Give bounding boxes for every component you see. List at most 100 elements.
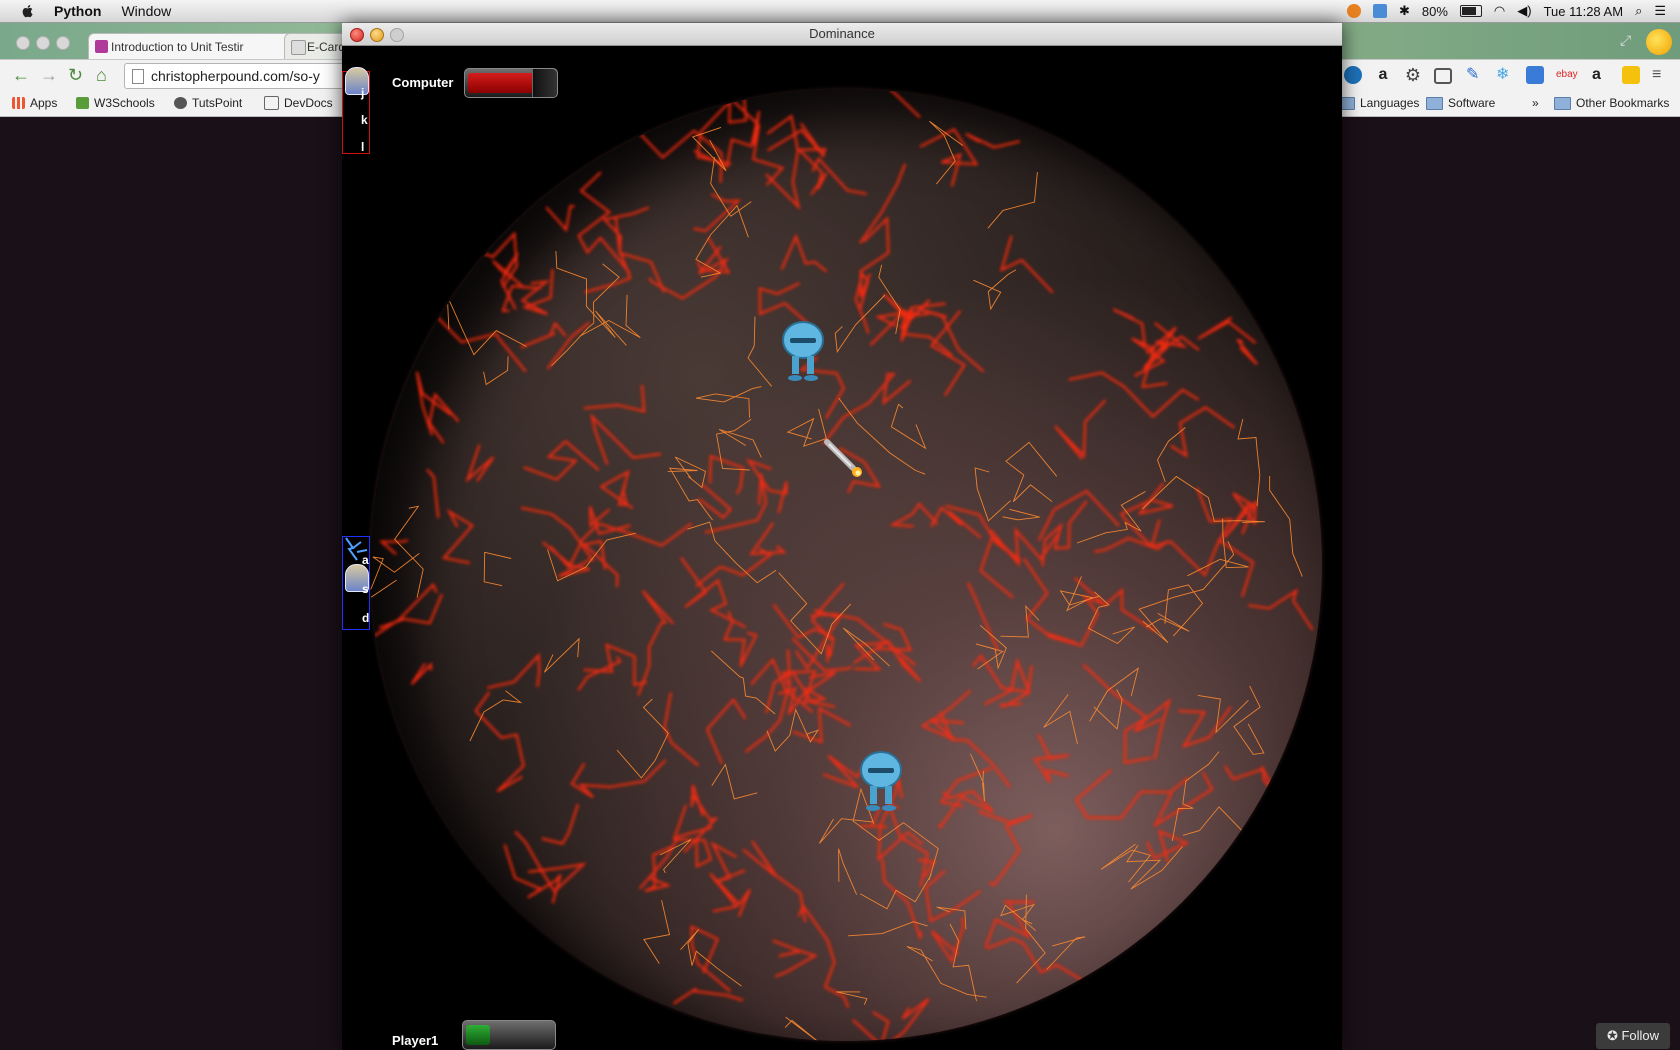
- lava-crack: [1182, 806, 1271, 858]
- lava-crack: [920, 689, 972, 741]
- bookmark-tutspoint[interactable]: TutsPoint: [174, 96, 242, 110]
- chrome-menu-icon[interactable]: ≡: [1652, 66, 1670, 84]
- bookmark-label: Other Bookmarks: [1576, 96, 1670, 110]
- notification-center-icon[interactable]: ☰: [1654, 3, 1666, 19]
- lava-crack: [858, 163, 907, 244]
- profile-avatar-icon[interactable]: [1646, 29, 1672, 55]
- lava-crack: [483, 551, 512, 587]
- bookmark-software[interactable]: Software: [1426, 96, 1495, 110]
- sync-icon[interactable]: [1346, 4, 1361, 18]
- game-canvas[interactable]: j k l Computer a s d Player1: [342, 46, 1342, 1050]
- lava-crack: [974, 467, 1011, 522]
- forward-icon[interactable]: →: [40, 66, 58, 84]
- lava-crack: [860, 874, 932, 910]
- lava-crack: [690, 925, 732, 993]
- extension-m-icon[interactable]: [1344, 66, 1362, 84]
- volume-icon[interactable]: ◀): [1517, 3, 1531, 19]
- bookmark-w3schools[interactable]: W3Schools: [76, 96, 155, 110]
- lava-crack: [1178, 706, 1232, 749]
- home-icon[interactable]: ⌂: [96, 66, 107, 84]
- dropbox-icon[interactable]: [1372, 4, 1387, 18]
- tab-intro-unit-testing[interactable]: Introduction to Unit Testir ×: [88, 33, 298, 60]
- bluetooth-icon[interactable]: ✱: [1399, 3, 1410, 19]
- lava-crack: [1223, 492, 1257, 539]
- follow-button[interactable]: ✪ Follow: [1596, 1023, 1670, 1049]
- amazon-icon[interactable]: a: [1374, 66, 1392, 84]
- eyedropper-icon[interactable]: ✎: [1466, 66, 1484, 84]
- lava-crack: [834, 294, 886, 353]
- folder-icon: [1554, 96, 1571, 110]
- bookmark-other-bookmarks[interactable]: Other Bookmarks: [1554, 96, 1669, 110]
- back-icon[interactable]: ←: [12, 66, 30, 84]
- lava-crack: [541, 803, 580, 845]
- window-minimize-button[interactable]: [370, 28, 384, 42]
- game-titlebar[interactable]: Dominance: [342, 23, 1342, 46]
- window-zoom-button[interactable]: [390, 28, 404, 42]
- keep-icon[interactable]: [1622, 66, 1640, 84]
- lava-crack: [838, 848, 858, 895]
- player-health-bar: [462, 1020, 556, 1050]
- window-close-button[interactable]: [350, 28, 364, 42]
- lava-crack: [520, 269, 554, 316]
- lava-crack: [520, 321, 567, 349]
- spotlight-icon[interactable]: ⌕: [1635, 3, 1642, 19]
- lava-cracks: [370, 89, 1314, 1041]
- lava-crack: [541, 541, 594, 578]
- bookmark-languages[interactable]: Languages: [1338, 96, 1419, 110]
- lava-crack: [577, 656, 622, 691]
- lava-crack: [745, 458, 788, 514]
- clock[interactable]: Tue 11:28 AM: [1544, 4, 1624, 19]
- lava-crack: [644, 845, 673, 893]
- lava-crack: [1043, 694, 1078, 745]
- gear-icon[interactable]: ⚙: [1404, 66, 1422, 84]
- snowflake-icon[interactable]: ❄: [1496, 66, 1514, 84]
- lava-crack: [780, 233, 828, 273]
- game-window: Dominance j k l Computer a s d Player1: [342, 23, 1342, 1050]
- ebay-icon[interactable]: ebay: [1556, 66, 1578, 84]
- screenshot-icon[interactable]: [1526, 66, 1544, 84]
- cast-icon[interactable]: [1434, 68, 1452, 84]
- devdocs-icon: [264, 96, 279, 110]
- lava-crack: [710, 841, 746, 884]
- lava-crack: [708, 454, 745, 495]
- lava-crack: [718, 428, 762, 458]
- bookmark-apps[interactable]: Apps: [12, 96, 57, 110]
- menu-window[interactable]: Window: [121, 3, 171, 19]
- tab-label: Introduction to Unit Testir: [111, 40, 244, 54]
- lava-crack: [570, 759, 667, 799]
- lava-crack: [887, 803, 929, 888]
- follow-label: Follow: [1621, 1028, 1660, 1043]
- wifi-icon[interactable]: ◠: [1494, 3, 1505, 19]
- lava-crack: [555, 251, 627, 346]
- apple-icon[interactable]: [20, 3, 36, 19]
- bookmark-devdocs[interactable]: DevDocs: [264, 96, 333, 110]
- lava-crack: [836, 991, 868, 1005]
- lava-crack: [854, 271, 870, 334]
- lava-planet: [370, 89, 1322, 1041]
- lava-crack: [697, 483, 733, 520]
- browser-minimize-button[interactable]: [36, 36, 50, 50]
- bookmarks-overflow[interactable]: »: [1532, 96, 1539, 110]
- browser-zoom-button[interactable]: [56, 36, 70, 50]
- browser-close-button[interactable]: [16, 36, 30, 50]
- battery-icon[interactable]: [1459, 5, 1482, 17]
- lava-crack: [486, 652, 541, 689]
- lava-crack: [851, 1011, 890, 1041]
- lava-crack: [999, 235, 1054, 294]
- app-menu-python[interactable]: Python: [54, 3, 101, 19]
- lava-crack: [1100, 843, 1152, 883]
- lava-crack: [772, 939, 818, 978]
- lava-crack: [973, 269, 1017, 311]
- lava-crack: [965, 132, 1021, 149]
- lava-crack: [881, 859, 923, 942]
- lava-crack: [709, 872, 752, 918]
- reload-icon[interactable]: ↻: [68, 66, 83, 84]
- lava-crack: [766, 708, 820, 752]
- lava-crack: [890, 403, 927, 450]
- lava-crack: [778, 572, 852, 655]
- computer-robot-icon: [782, 321, 824, 381]
- lava-crack: [1223, 765, 1279, 798]
- amazon-assistant-icon[interactable]: a: [1592, 66, 1610, 84]
- fullscreen-icon[interactable]: ⤢: [1620, 32, 1631, 49]
- lava-crack: [966, 582, 1000, 652]
